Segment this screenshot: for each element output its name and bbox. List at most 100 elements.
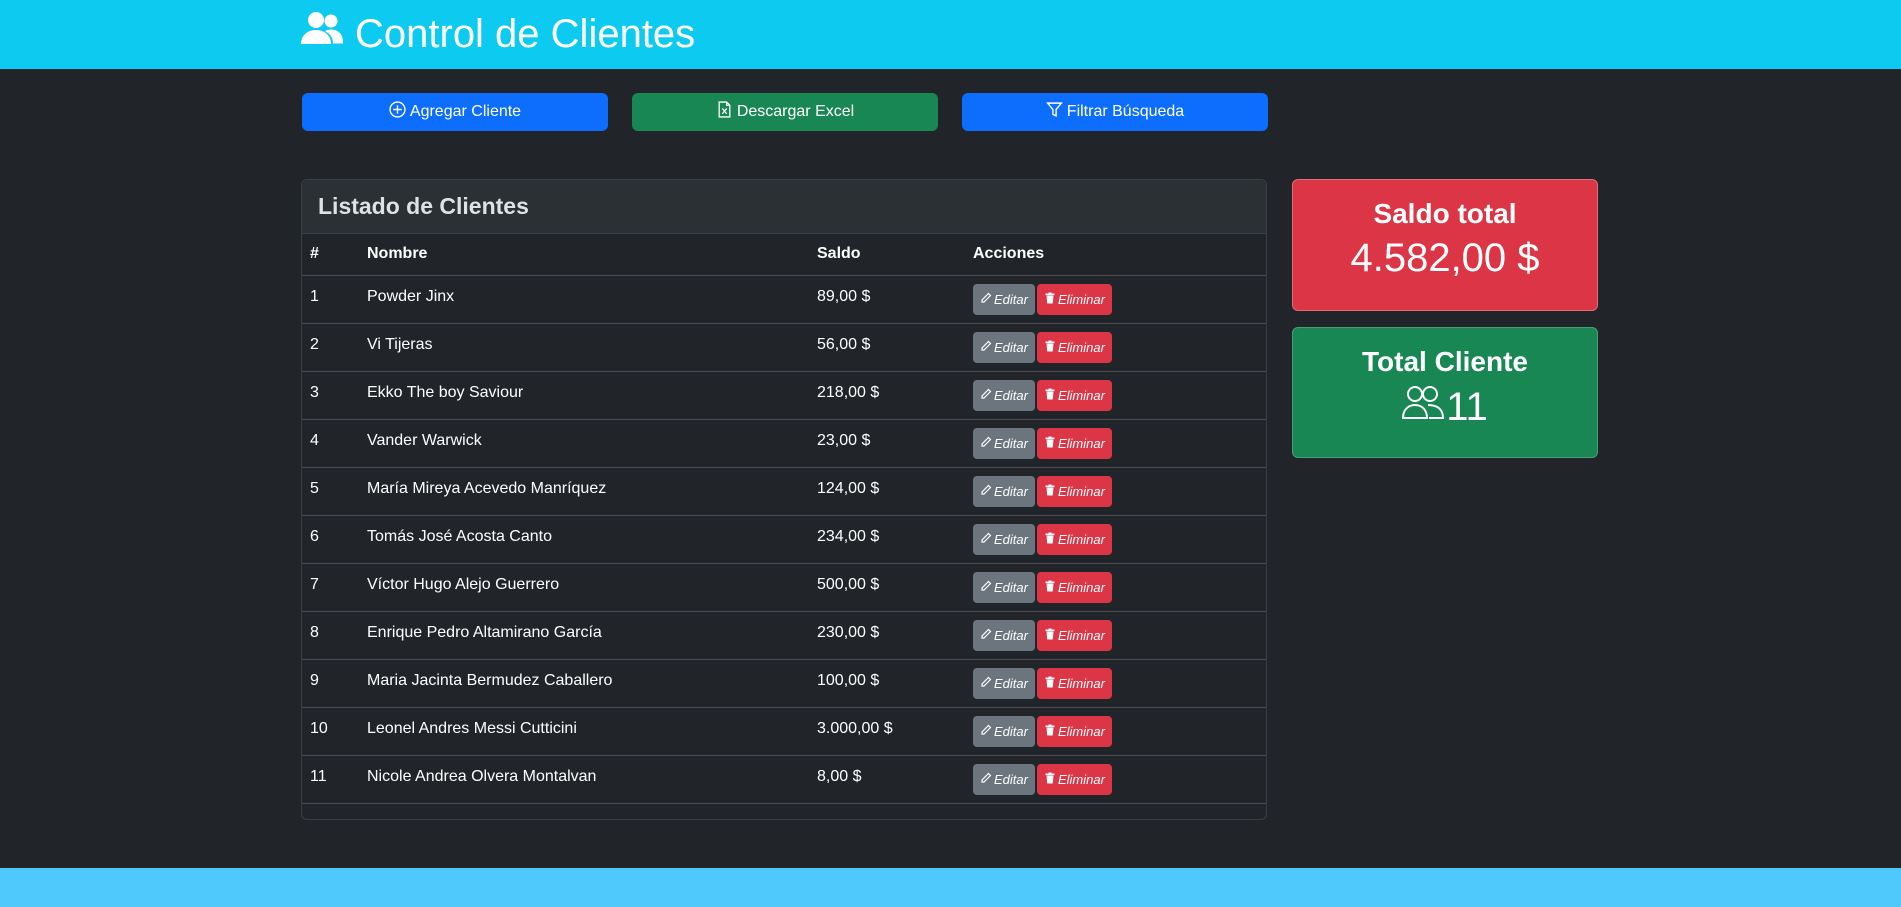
client-name: Nicole Andrea Olvera Montalvan (359, 755, 809, 804)
edit-button-label: Editar (994, 339, 1028, 355)
delete-button[interactable]: Eliminar (1036, 715, 1112, 747)
table-header-row: # Nombre Saldo Acciones (302, 234, 1266, 276)
delete-button-label: Eliminar (1057, 435, 1105, 451)
delete-button[interactable]: Eliminar (1036, 379, 1112, 411)
trash-icon (1044, 340, 1056, 355)
trash-icon (1044, 388, 1056, 403)
client-balance: 56,00 $ (809, 323, 965, 372)
edit-button[interactable]: Editar (973, 427, 1035, 459)
delete-button-label: Eliminar (1057, 723, 1105, 739)
edit-button[interactable]: Editar (973, 715, 1035, 747)
delete-button-label: Eliminar (1057, 675, 1105, 691)
row-actions: Editar Eliminar (965, 707, 1266, 756)
pencil-icon (980, 580, 992, 595)
add-client-button[interactable]: Agregar Cliente (302, 93, 608, 131)
delete-button[interactable]: Eliminar (1036, 283, 1112, 315)
total-balance-value: 4.582,00 $ (1350, 236, 1540, 280)
trash-icon (1044, 292, 1056, 307)
edit-button-label: Editar (994, 291, 1028, 307)
delete-button[interactable]: Eliminar (1036, 619, 1112, 651)
column-header-name: Nombre (359, 234, 809, 276)
pencil-icon (980, 484, 992, 499)
row-number: 10 (302, 707, 359, 756)
delete-button[interactable]: Eliminar (1036, 523, 1112, 555)
download-excel-button[interactable]: Descargar Excel (632, 93, 938, 131)
delete-button-label: Eliminar (1057, 387, 1105, 403)
row-number: 11 (302, 755, 359, 804)
table-row: 10 Leonel Andres Messi Cutticini 3.000,00 … (302, 707, 1266, 756)
edit-button[interactable]: Editar (973, 475, 1035, 507)
total-clients-card: Total Cliente 11 (1292, 327, 1598, 458)
row-number: 2 (302, 323, 359, 372)
trash-icon (1044, 436, 1056, 451)
pencil-icon (980, 772, 992, 787)
delete-button[interactable]: Eliminar (1036, 571, 1112, 603)
delete-button-label: Eliminar (1057, 291, 1105, 307)
row-actions: Editar Eliminar (965, 323, 1266, 372)
client-name: Enrique Pedro Altamirano García (359, 611, 809, 660)
edit-button[interactable]: Editar (973, 283, 1035, 315)
edit-button[interactable]: Editar (973, 619, 1035, 651)
trash-icon (1044, 676, 1056, 691)
client-name: María Mireya Acevedo Manríquez (359, 467, 809, 516)
client-name: Vander Warwick (359, 419, 809, 468)
pencil-icon (980, 532, 992, 547)
delete-button[interactable]: Eliminar (1036, 763, 1112, 795)
trash-icon (1044, 532, 1056, 547)
delete-button[interactable]: Eliminar (1036, 427, 1112, 459)
delete-button-label: Eliminar (1057, 483, 1105, 499)
edit-button-label: Editar (994, 579, 1028, 595)
pencil-icon (980, 292, 992, 307)
filter-search-label: Filtrar Búsqueda (1066, 103, 1185, 120)
row-number: 5 (302, 467, 359, 516)
client-list-title: Listado de Clientes (302, 180, 1266, 234)
edit-button-label: Editar (994, 435, 1028, 451)
edit-button[interactable]: Editar (973, 571, 1035, 603)
row-number: 6 (302, 515, 359, 564)
client-balance: 124,00 $ (809, 467, 965, 516)
edit-button-label: Editar (994, 531, 1028, 547)
client-balance: 230,00 $ (809, 611, 965, 660)
trash-icon (1044, 724, 1056, 739)
trash-icon (1044, 772, 1056, 787)
row-number: 9 (302, 659, 359, 708)
table-row: 4 Vander Warwick 23,00 $ Editar Eliminar (302, 419, 1266, 468)
edit-button-label: Editar (994, 771, 1028, 787)
trash-icon (1044, 580, 1056, 595)
edit-button-label: Editar (994, 483, 1028, 499)
pencil-icon (980, 436, 992, 451)
table-row: 2 Vi Tijeras 56,00 $ Editar Eliminar (302, 323, 1266, 372)
delete-button-label: Eliminar (1057, 531, 1105, 547)
table-row: 1 Powder Jinx 89,00 $ Editar Eliminar (302, 275, 1266, 324)
delete-button[interactable]: Eliminar (1036, 475, 1112, 507)
table-row: 5 María Mireya Acevedo Manríquez 124,00 $ E… (302, 467, 1266, 516)
edit-button[interactable]: Editar (973, 523, 1035, 555)
client-name: Powder Jinx (359, 275, 809, 324)
client-table: # Nombre Saldo Acciones 1 Powder Jinx 89,0… (302, 234, 1266, 804)
edit-button[interactable]: Editar (973, 379, 1035, 411)
trash-icon (1044, 628, 1056, 643)
pencil-icon (980, 340, 992, 355)
filter-search-button[interactable]: Filtrar Búsqueda (962, 93, 1268, 131)
pencil-icon (980, 628, 992, 643)
edit-button[interactable]: Editar (973, 667, 1035, 699)
client-balance: 89,00 $ (809, 275, 965, 324)
row-actions: Editar Eliminar (965, 515, 1266, 564)
row-actions: Editar Eliminar (965, 275, 1266, 324)
edit-button-label: Editar (994, 627, 1028, 643)
table-row: 9 Maria Jacinta Bermudez Caballero 100,00 … (302, 659, 1266, 708)
delete-button[interactable]: Eliminar (1036, 331, 1112, 363)
add-client-label: Agregar Cliente (409, 103, 522, 120)
trash-icon (1044, 484, 1056, 499)
column-header-actions: Acciones (965, 234, 1266, 276)
client-name: Maria Jacinta Bermudez Caballero (359, 659, 809, 708)
page-title: Control de Clientes (301, 8, 695, 60)
plus-circle-icon (389, 101, 406, 123)
table-row: 11 Nicole Andrea Olvera Montalvan 8,00 $ Ed… (302, 755, 1266, 804)
people-icon (1402, 384, 1445, 430)
edit-button[interactable]: Editar (973, 763, 1035, 795)
row-actions: Editar Eliminar (965, 611, 1266, 660)
delete-button[interactable]: Eliminar (1036, 667, 1112, 699)
edit-button[interactable]: Editar (973, 331, 1035, 363)
row-number: 1 (302, 275, 359, 324)
